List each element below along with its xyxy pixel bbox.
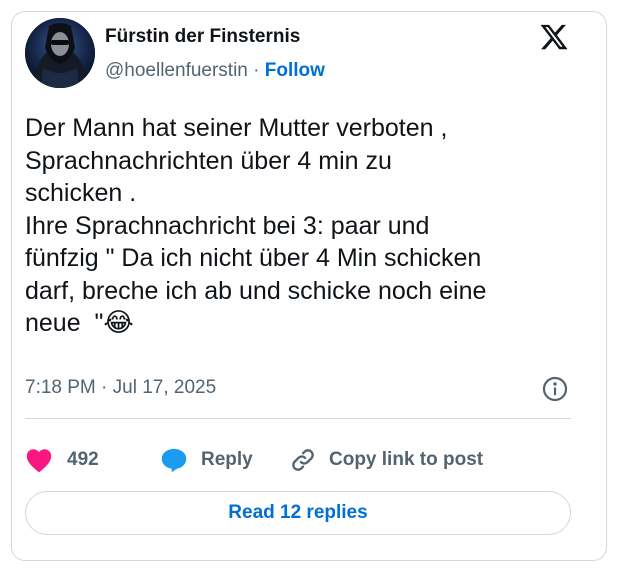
speech-bubble-icon	[161, 448, 187, 473]
x-logo-icon[interactable]	[539, 22, 569, 52]
post-body: Der Mann hat seiner Mutter verboten , Sp…	[25, 114, 487, 337]
avatar[interactable]	[25, 18, 95, 88]
read-replies-button[interactable]: Read 12 replies	[25, 491, 571, 535]
link-icon	[292, 449, 314, 471]
copy-link-button[interactable]: Copy link to post	[289, 440, 483, 480]
reply-button[interactable]: Reply	[160, 440, 253, 480]
author-display-name[interactable]: Fürstin der Finsternis	[105, 26, 300, 48]
avatar-image	[25, 18, 95, 88]
post-timestamp[interactable]: 7:18 PM · Jul 17, 2025	[25, 377, 216, 399]
handle-separator: ·	[247, 60, 265, 81]
like-button[interactable]: 492	[25, 440, 99, 480]
author-handle-row: @hoellenfuerstin · Follow	[105, 60, 325, 82]
reply-label: Reply	[201, 449, 253, 470]
like-count: 492	[67, 449, 99, 470]
copy-link-label: Copy link to post	[329, 449, 484, 470]
author-handle[interactable]: @hoellenfuerstin	[105, 60, 248, 81]
heart-icon	[26, 449, 52, 473]
action-bar: 492 Reply Copy link to post	[25, 440, 585, 480]
divider	[25, 418, 571, 419]
post-text: Der Mann hat seiner Mutter verboten , Sp…	[25, 112, 585, 340]
follow-button[interactable]: Follow	[265, 60, 325, 81]
info-icon[interactable]	[541, 375, 569, 403]
laughing-tears-emoji: 😂	[103, 308, 134, 338]
